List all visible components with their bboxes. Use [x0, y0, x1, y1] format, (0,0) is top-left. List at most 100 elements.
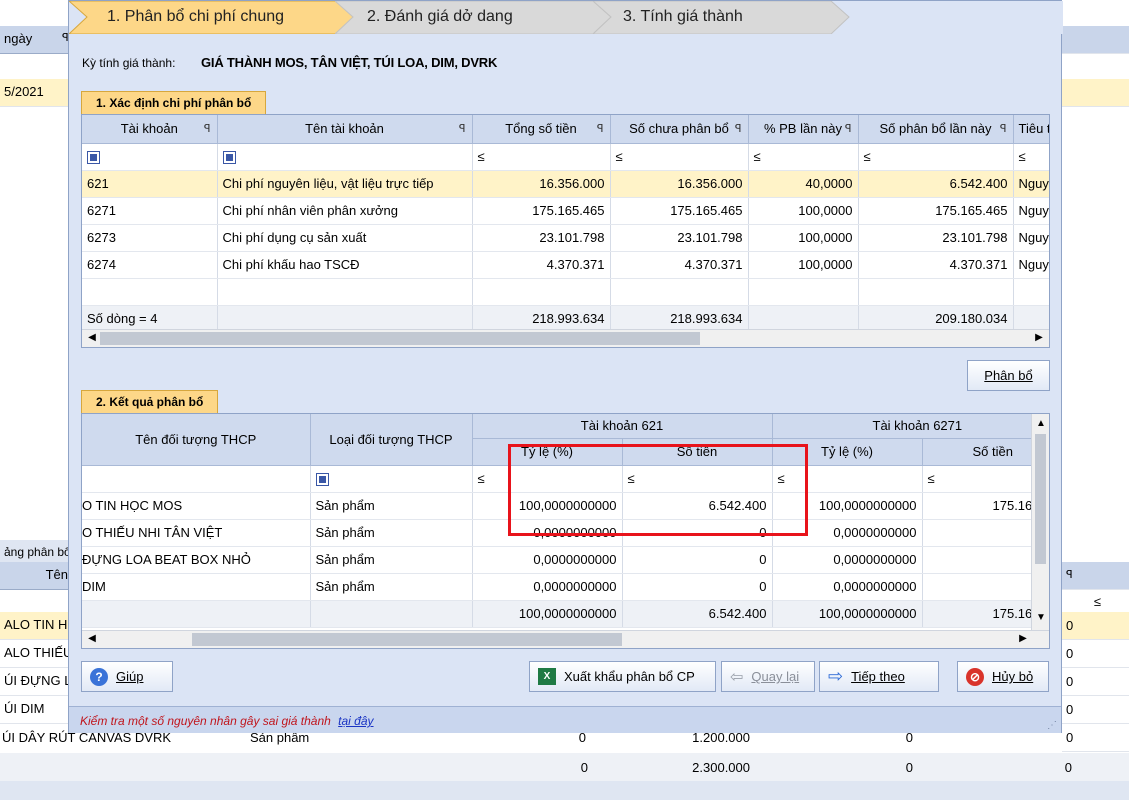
background-row-2[interactable]: ALO THIẾU: [0, 640, 78, 668]
help-button[interactable]: ? Giúp: [81, 661, 173, 692]
section-1-title: 1. Xác định chi phí phân bổ: [96, 96, 252, 110]
col-account-name[interactable]: Tên tài khoản ꟼ: [217, 115, 473, 144]
footer-ratio-6271: 100,0000000000: [772, 600, 923, 628]
cell-criteria: Nguyên: [1013, 170, 1049, 198]
section-2-horizontal-scrollbar[interactable]: ◀ ▶: [82, 630, 1049, 648]
filter-unallocated[interactable]: ≤: [610, 143, 749, 171]
cancel-icon: ⊘: [966, 667, 984, 686]
background-right-column: ꟼ ≤ 0 0 0 0 0: [1062, 0, 1129, 800]
cell-pct[interactable]: 40,0000: [748, 170, 859, 198]
pin-icon[interactable]: ꟼ: [845, 122, 852, 135]
cell-allocated: 175.165.465: [858, 197, 1014, 225]
back-button[interactable]: ⇦ Quay lại: [721, 661, 815, 692]
filter-checkbox-icon[interactable]: [87, 151, 100, 165]
status-link[interactable]: tại đây: [338, 714, 373, 728]
section-2-vertical-scrollbar[interactable]: ▲ ▼: [1031, 414, 1049, 630]
cell-pct[interactable]: 100,0000: [748, 224, 859, 252]
col-pct[interactable]: % PB lần này ꟼ: [748, 115, 859, 144]
scroll-down-icon[interactable]: ▼: [1035, 612, 1047, 624]
cancel-button[interactable]: ⊘ Hủy bỏ: [957, 661, 1049, 692]
wizard-step-3[interactable]: 3. Tính giá thành: [593, 1, 853, 34]
scroll-right-icon[interactable]: ▶: [1017, 633, 1029, 645]
col-label: Số phân bổ lần này: [879, 121, 992, 137]
background-value: 0: [1066, 674, 1074, 689]
pin-icon[interactable]: ꟼ: [459, 122, 466, 135]
scroll-left-icon[interactable]: ◀: [86, 332, 98, 344]
pin-icon[interactable]: ꟼ: [1066, 568, 1073, 581]
pin-icon[interactable]: ꟼ: [204, 122, 211, 135]
pin-icon[interactable]: ꟼ: [735, 122, 742, 135]
scrollbar-thumb[interactable]: [1035, 434, 1046, 564]
resize-grip-icon[interactable]: ⋰: [1047, 720, 1057, 731]
col-label: Tên tài khoản: [305, 121, 384, 137]
col-label: Số chưa phân bổ: [629, 121, 729, 137]
filter-op: ≤: [1018, 149, 1026, 164]
footer-ratio-621: 100,0000000000: [472, 600, 623, 628]
background-row-3[interactable]: ÚI ĐỰNG L: [0, 668, 78, 696]
section-1-tab[interactable]: 1. Xác định chi phí phân bổ: [81, 91, 267, 115]
filter-object[interactable]: [82, 465, 311, 493]
wizard-steps: 1. Phân bổ chi phí chung 2. Đánh giá dở …: [69, 1, 1063, 34]
background-right-row-5: 0: [1062, 724, 1129, 752]
background-row-4[interactable]: ÚI DIM: [0, 696, 78, 724]
table-row[interactable]: 621 Chi phí nguyên liệu, vật liệu trực t…: [82, 170, 1049, 198]
background-date-cell[interactable]: 5/2021: [0, 79, 78, 107]
filter-op: ≤: [615, 149, 623, 164]
table-row[interactable]: 6271 Chi phí nhân viên phân xưởng 175.16…: [82, 197, 1049, 225]
filter-name[interactable]: [217, 143, 473, 171]
scrollbar-thumb[interactable]: [192, 633, 622, 646]
scrollbar-thumb[interactable]: [100, 332, 700, 345]
section-2-tab[interactable]: 2. Kết quả phân bổ: [81, 390, 219, 414]
pin-icon[interactable]: ꟼ: [1000, 122, 1007, 135]
background-right-header-2: ꟼ: [1062, 562, 1129, 590]
col-object-type[interactable]: Loại đối tượng THCP: [310, 414, 473, 466]
filter-total[interactable]: ≤: [472, 143, 611, 171]
footer-unallocated: 218.993.634: [610, 305, 749, 333]
col-object-name[interactable]: Tên đối tượng THCP: [82, 414, 311, 466]
background-col-header: Tên: [0, 562, 78, 590]
filter-account[interactable]: [82, 143, 218, 171]
background-right-row-2: 0: [1062, 640, 1129, 668]
col-account[interactable]: Tài khoản ꟼ: [82, 115, 218, 144]
table-row[interactable]: 6273 Chi phí dụng cụ sản xuất 23.101.798…: [82, 224, 1049, 252]
cell-pct[interactable]: 100,0000: [748, 251, 859, 279]
scroll-left-icon[interactable]: ◀: [86, 633, 98, 645]
cell-ratio-621[interactable]: 0,0000000000: [472, 546, 623, 574]
wizard-step-2[interactable]: 2. Đánh giá dở dang: [335, 1, 615, 34]
background-row-1[interactable]: ALO TIN HỌ: [0, 612, 78, 640]
filter-checkbox-icon[interactable]: [222, 151, 236, 165]
scroll-up-icon[interactable]: ▲: [1035, 418, 1047, 430]
status-text: Kiểm tra một số nguyên nhân gây sai giá …: [80, 714, 331, 728]
filter-type[interactable]: [310, 465, 473, 493]
pin-icon[interactable]: ꟼ: [597, 122, 604, 135]
allocate-button[interactable]: Phân bổ: [967, 360, 1050, 391]
cell-allocated: 6.542.400: [858, 170, 1014, 198]
cell-account: 6274: [82, 251, 218, 279]
cell-unallocated: 16.356.000: [610, 170, 749, 198]
cell-pct[interactable]: 100,0000: [748, 197, 859, 225]
table-row[interactable]: 6274 Chi phí khấu hao TSCĐ 4.370.371 4.3…: [82, 251, 1049, 279]
filter-checkbox-icon[interactable]: [315, 473, 329, 487]
scroll-right-icon[interactable]: ▶: [1033, 332, 1045, 344]
filter-allocated[interactable]: ≤: [858, 143, 1014, 171]
col-allocated[interactable]: Số phân bổ lần này ꟼ: [858, 115, 1014, 144]
section-1-horizontal-scrollbar[interactable]: ◀ ▶: [82, 329, 1049, 347]
col-unallocated[interactable]: Số chưa phân bổ ꟼ: [610, 115, 749, 144]
cell-ratio-621[interactable]: 0,0000000000: [472, 573, 623, 601]
next-button[interactable]: ⇨ Tiếp theo: [819, 661, 939, 692]
filter-row: ≤ ≤ ≤ ≤ ≤: [82, 143, 1049, 171]
filter-pct[interactable]: ≤: [748, 143, 859, 171]
cell-ratio-6271[interactable]: 0,0000000000: [772, 546, 923, 574]
table-row[interactable]: ĐỰNG LOA BEAT BOX NHỎ Sản phẩm 0,0000000…: [82, 546, 1049, 574]
filter-criteria[interactable]: ≤: [1013, 143, 1049, 171]
background-value: 0: [1066, 730, 1074, 745]
col-total[interactable]: Tổng số tiền ꟼ: [472, 115, 611, 144]
export-allocation-button[interactable]: X Xuất khẩu phân bổ CP: [529, 661, 716, 692]
cell-ratio-6271[interactable]: 0,0000000000: [772, 573, 923, 601]
highlight-box: [508, 444, 808, 536]
table-row[interactable]: DIM Sản phẩm 0,0000000000 0 0,0000000000: [82, 573, 1049, 601]
cell-criteria: Nguyên: [1013, 197, 1049, 225]
cell-unallocated: 175.165.465: [610, 197, 749, 225]
wizard-step-1[interactable]: 1. Phân bổ chi phí chung: [69, 1, 359, 34]
col-criteria[interactable]: Tiêu t: [1013, 115, 1049, 144]
